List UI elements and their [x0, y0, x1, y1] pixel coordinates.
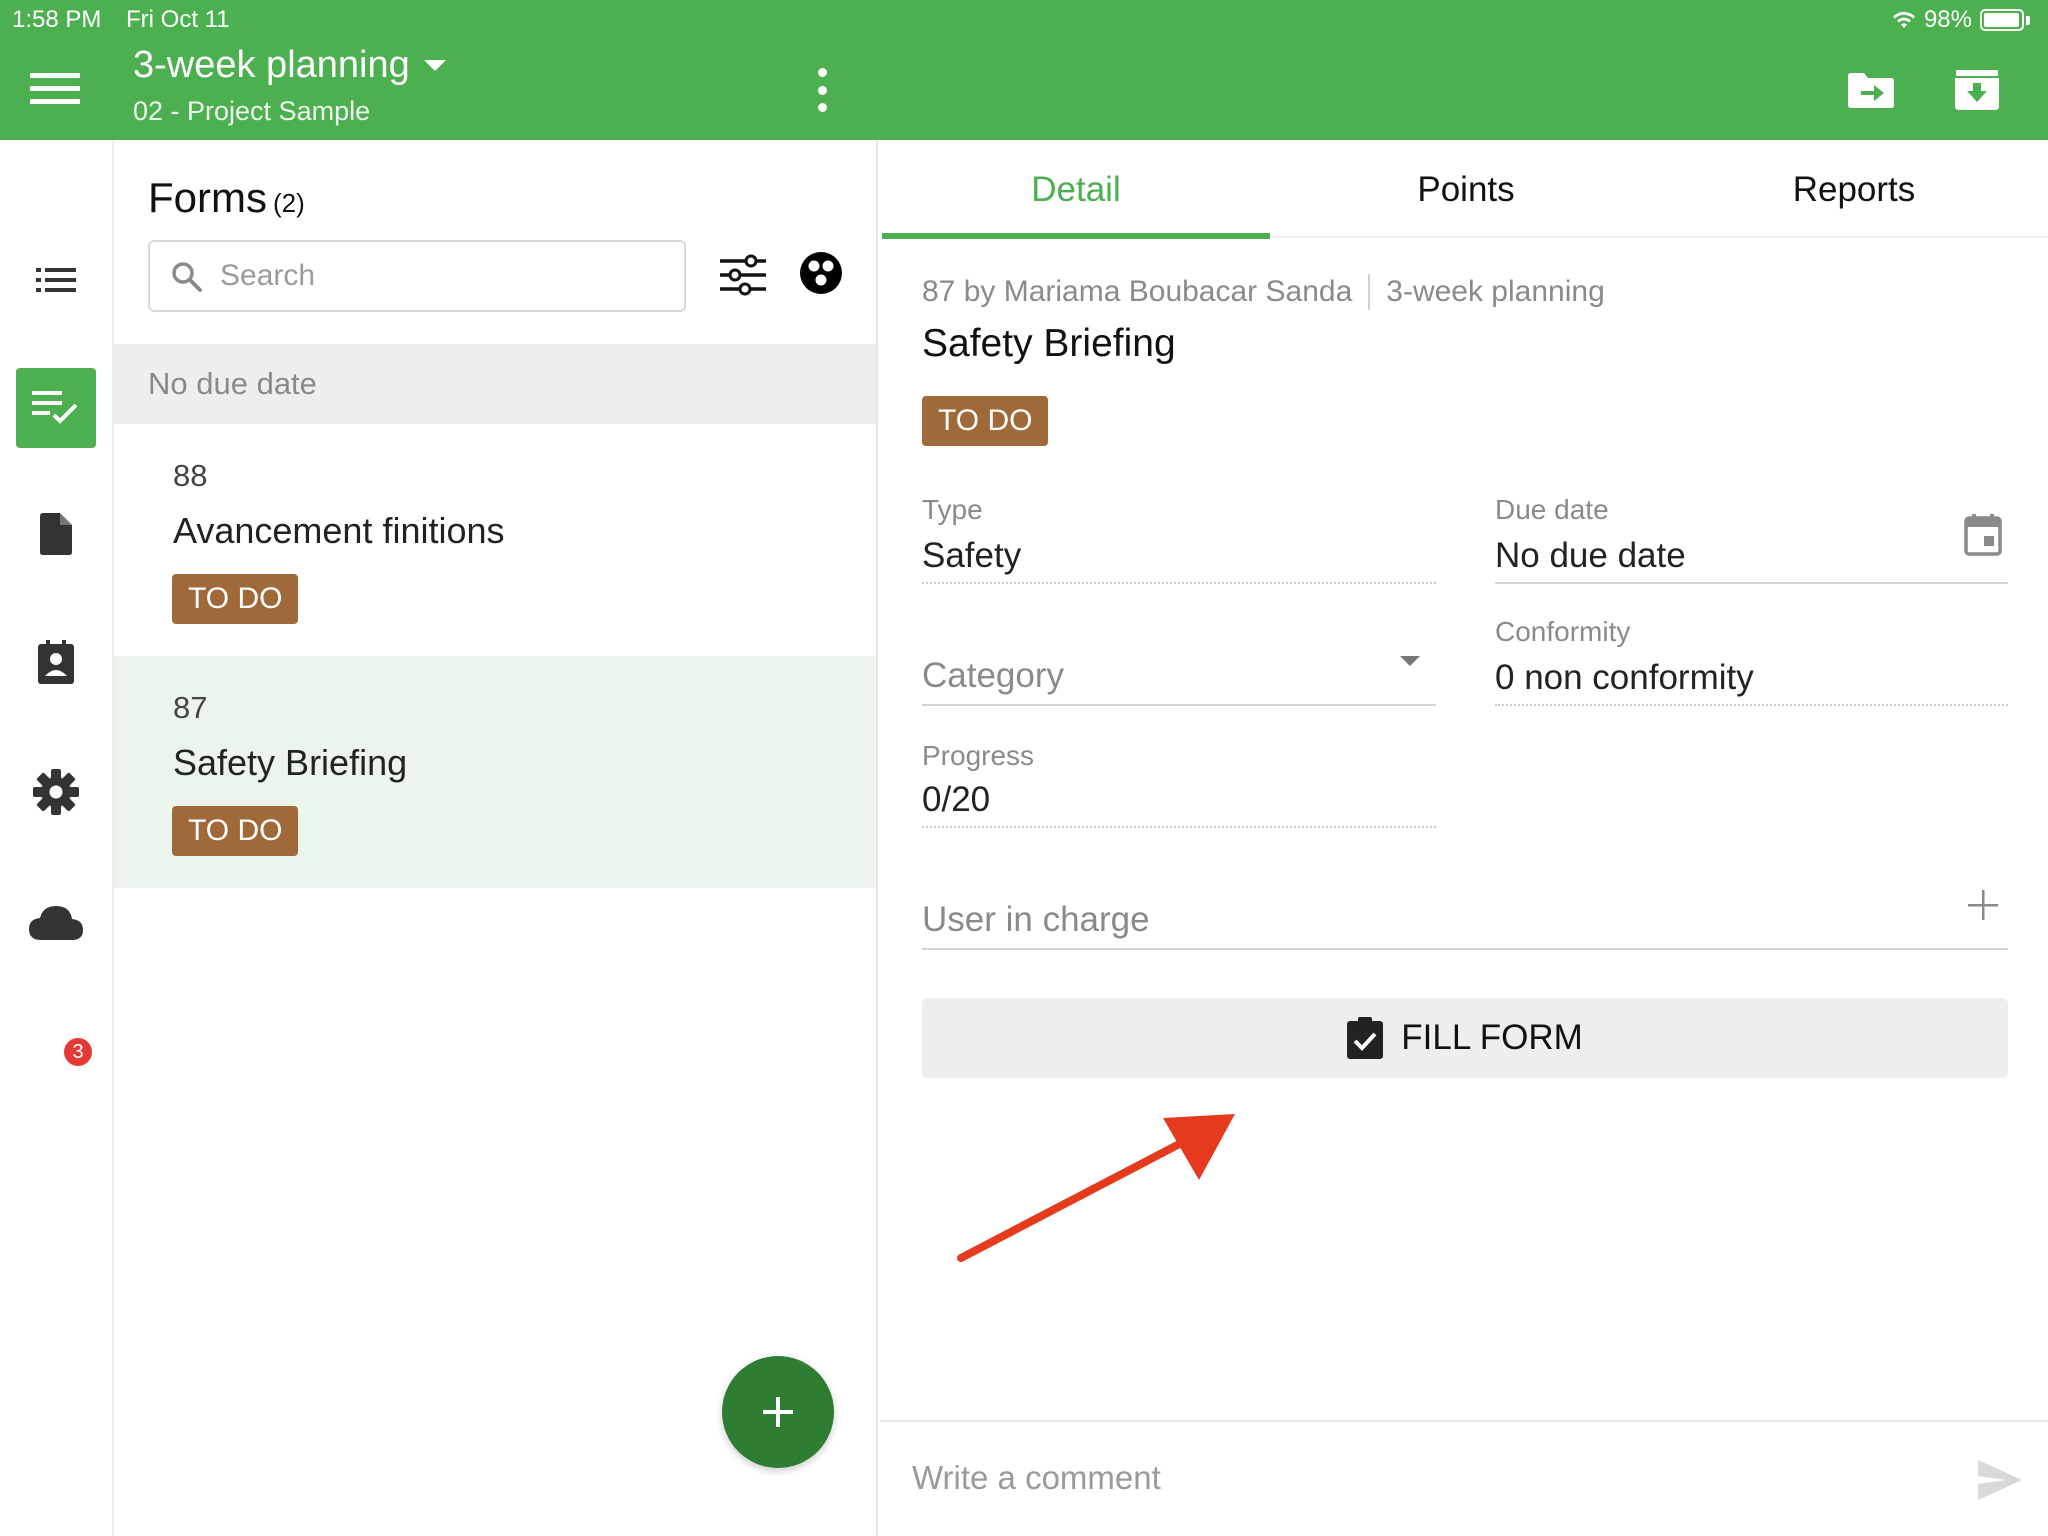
type-underline — [922, 582, 1436, 584]
tab-divider — [1272, 236, 1662, 238]
dropdown-arrow-icon[interactable] — [1400, 656, 1420, 666]
form-list-item-selected[interactable]: 87 Safety Briefing TO DO — [114, 656, 876, 888]
tab-divider — [1658, 236, 2048, 238]
due-date-label: Due date — [1495, 494, 1609, 525]
cloud-sync-icon — [29, 906, 83, 940]
conformity-label: Conformity — [1495, 616, 1631, 647]
search-input[interactable] — [220, 259, 640, 293]
conformity-value[interactable]: 0 non conformity — [1495, 658, 1754, 698]
folder-move-icon[interactable] — [1846, 70, 1896, 110]
status-badge: TO DO — [172, 574, 299, 624]
nav-list[interactable] — [16, 240, 96, 320]
form-plan: 3-week planning — [1386, 275, 1605, 308]
project-subtitle: 02 - Project Sample — [133, 96, 371, 126]
form-detail-panel: Detail Points Reports 87 by Mariama Boub… — [880, 140, 2048, 1536]
user-in-charge-field[interactable]: User in charge — [922, 900, 1150, 940]
caret-down-icon — [423, 60, 446, 71]
document-icon — [40, 513, 72, 555]
nav-settings[interactable] — [16, 752, 96, 832]
add-user-icon[interactable] — [1968, 890, 1998, 920]
type-label: Type — [922, 494, 983, 525]
add-form-button[interactable] — [722, 1356, 834, 1468]
form-title: Avancement finitions — [173, 510, 505, 551]
status-time: 1:58 PM — [12, 6, 102, 33]
status-indicators: 98% — [1892, 6, 2030, 34]
status-date: Fri Oct 11 — [126, 6, 230, 33]
due-date-value[interactable]: No due date — [1495, 536, 1686, 576]
calendar-icon[interactable] — [1964, 514, 2002, 556]
comment-bar — [880, 1420, 2048, 1536]
side-nav: 3 — [0, 140, 114, 1536]
battery-percent: 98% — [1923, 6, 1972, 33]
form-number: 87 — [173, 690, 208, 725]
nav-sync[interactable] — [16, 882, 96, 962]
category-dropdown[interactable]: Category — [922, 656, 1064, 696]
form-title: Safety Briefing — [173, 742, 408, 783]
nav-documents[interactable] — [16, 494, 96, 574]
filter-sliders-icon[interactable] — [718, 250, 768, 300]
gear-icon — [33, 769, 79, 815]
type-value[interactable]: Safety — [922, 536, 1021, 576]
project-title-dropdown[interactable]: 3-week planning — [133, 44, 446, 87]
form-list-item[interactable]: 88 Avancement finitions TO DO — [114, 424, 876, 656]
forms-title-label: Forms — [148, 174, 267, 221]
battery-tip — [2026, 15, 2030, 25]
progress-label: Progress — [922, 740, 1035, 771]
progress-underline — [922, 826, 1436, 828]
contact-card-icon — [38, 640, 74, 684]
annotation-arrow-icon — [957, 1114, 1235, 1262]
due-date-underline — [1495, 582, 2008, 584]
nav-forms[interactable] — [16, 368, 96, 448]
form-detail-title: Safety Briefing — [922, 322, 1176, 365]
fill-form-button[interactable]: FILL FORM — [922, 998, 2008, 1078]
tab-reports[interactable]: Reports — [1660, 140, 2048, 240]
tab-points[interactable]: Points — [1272, 140, 1660, 240]
nav-contacts[interactable] — [16, 622, 96, 702]
conformity-underline — [1495, 704, 2008, 706]
form-author: 87 by Mariama Boubacar Sanda — [922, 275, 1353, 308]
sync-badge: 3 — [62, 1036, 94, 1068]
status-badge: TO DO — [172, 806, 299, 856]
user-in-charge-underline — [922, 948, 2008, 950]
list-icon — [36, 268, 76, 292]
form-number: 88 — [173, 458, 208, 493]
plus-icon — [763, 1397, 793, 1427]
menu-icon[interactable] — [30, 73, 80, 107]
forms-count: (2) — [273, 188, 305, 218]
more-vert-icon[interactable] — [812, 68, 832, 112]
app-header: 1:58 PM Fri Oct 11 98% 3-week planning 0… — [0, 0, 2048, 140]
forms-title: Forms (2) — [148, 174, 305, 222]
wifi-icon — [1892, 11, 1915, 28]
forms-list-panel: Forms(2) No due date 88 Avancement finit… — [114, 140, 878, 1536]
section-no-due-date: No due date — [114, 344, 876, 424]
form-check-icon — [32, 391, 78, 424]
project-title: 3-week planning — [133, 44, 410, 86]
status-badge: TO DO — [922, 396, 1049, 446]
tab-detail[interactable]: Detail — [880, 140, 1272, 240]
send-icon[interactable] — [1976, 1458, 2024, 1502]
battery-icon — [1980, 9, 2024, 31]
search-field[interactable] — [148, 240, 686, 312]
comment-input[interactable] — [912, 1450, 1912, 1506]
active-tab-indicator — [882, 233, 1270, 239]
archive-download-icon[interactable] — [1952, 70, 2002, 110]
fill-form-label: FILL FORM — [1401, 1018, 1583, 1057]
meta-separator — [1368, 274, 1371, 310]
search-icon — [172, 262, 202, 292]
form-meta: 87 by Mariama Boubacar Sanda 3-week plan… — [922, 274, 1605, 310]
clipboard-check-icon — [1347, 1017, 1384, 1059]
group-by-icon[interactable] — [798, 250, 844, 296]
category-underline — [922, 704, 1436, 706]
progress-value: 0/20 — [922, 780, 991, 819]
